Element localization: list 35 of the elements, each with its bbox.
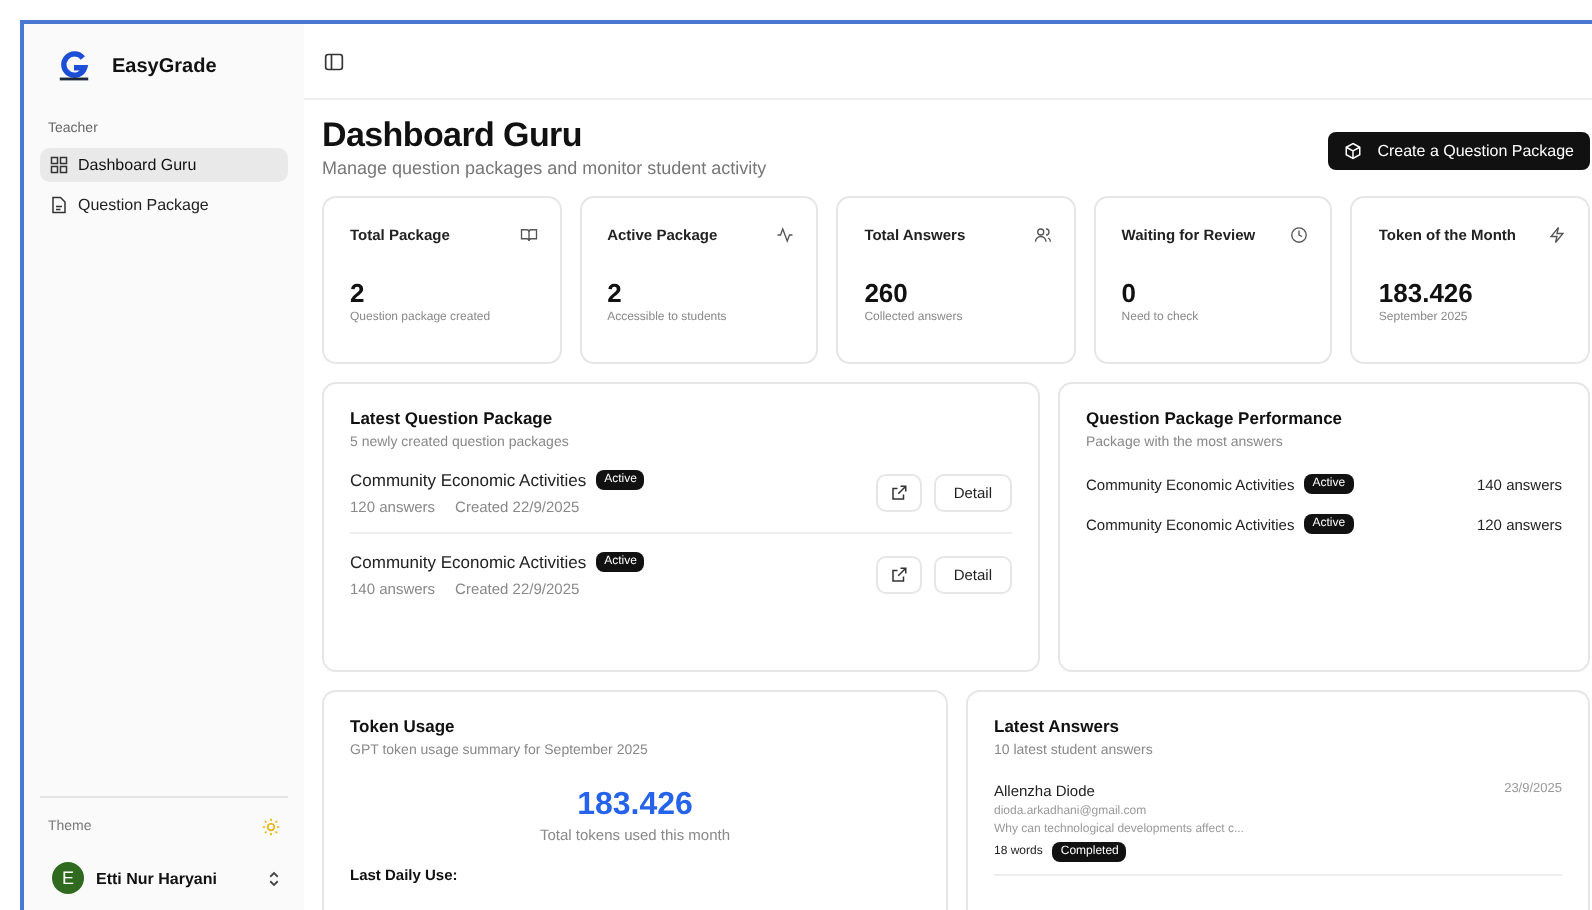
page-subtitle: Manage question packages and monitor student activity xyxy=(322,158,767,178)
lightning-icon xyxy=(1547,226,1566,244)
package-name: Community Economic Activities xyxy=(350,552,587,572)
box-icon xyxy=(1343,142,1362,160)
grid-icon xyxy=(50,156,68,174)
stat-value: 183.426 xyxy=(1378,278,1475,308)
card-title: Latest Answers xyxy=(994,716,1122,736)
sidebar-item[interactable]: Question Package xyxy=(40,188,288,222)
token-total: 183.426 xyxy=(577,788,693,824)
chevrons-icon[interactable] xyxy=(268,869,280,887)
brand-name: EasyGrade xyxy=(112,55,217,77)
book-icon xyxy=(519,226,538,244)
logo-icon xyxy=(56,50,92,82)
user-avatar: E xyxy=(52,862,84,894)
clock-icon xyxy=(1290,226,1309,244)
user-name: Etti Nur Haryani xyxy=(96,869,219,887)
users-icon xyxy=(1033,226,1052,244)
create-package-button[interactable]: Create a Question Package xyxy=(1327,132,1590,170)
sidebar-item[interactable]: Dashboard Guru xyxy=(40,148,288,182)
package-name: Community Economic Activities xyxy=(350,470,587,490)
stat-value: 0 xyxy=(1121,278,1139,308)
card-title: Token Usage xyxy=(350,716,457,736)
card-title: Latest Question Package xyxy=(350,408,555,428)
activity-icon xyxy=(776,226,795,244)
card-title: Question Package Performance xyxy=(1086,408,1345,428)
stat-value: 2 xyxy=(607,278,624,308)
page-title: Dashboard Guru xyxy=(322,116,584,156)
open-link-button[interactable] xyxy=(875,556,922,594)
external-link-icon xyxy=(889,484,908,502)
external-link-icon xyxy=(889,566,908,584)
stat-value: 2 xyxy=(350,278,367,308)
sidebar-toggle-icon[interactable] xyxy=(324,51,344,71)
stat-value: 260 xyxy=(864,278,910,308)
document-icon xyxy=(50,196,68,214)
open-link-button[interactable] xyxy=(875,474,922,512)
